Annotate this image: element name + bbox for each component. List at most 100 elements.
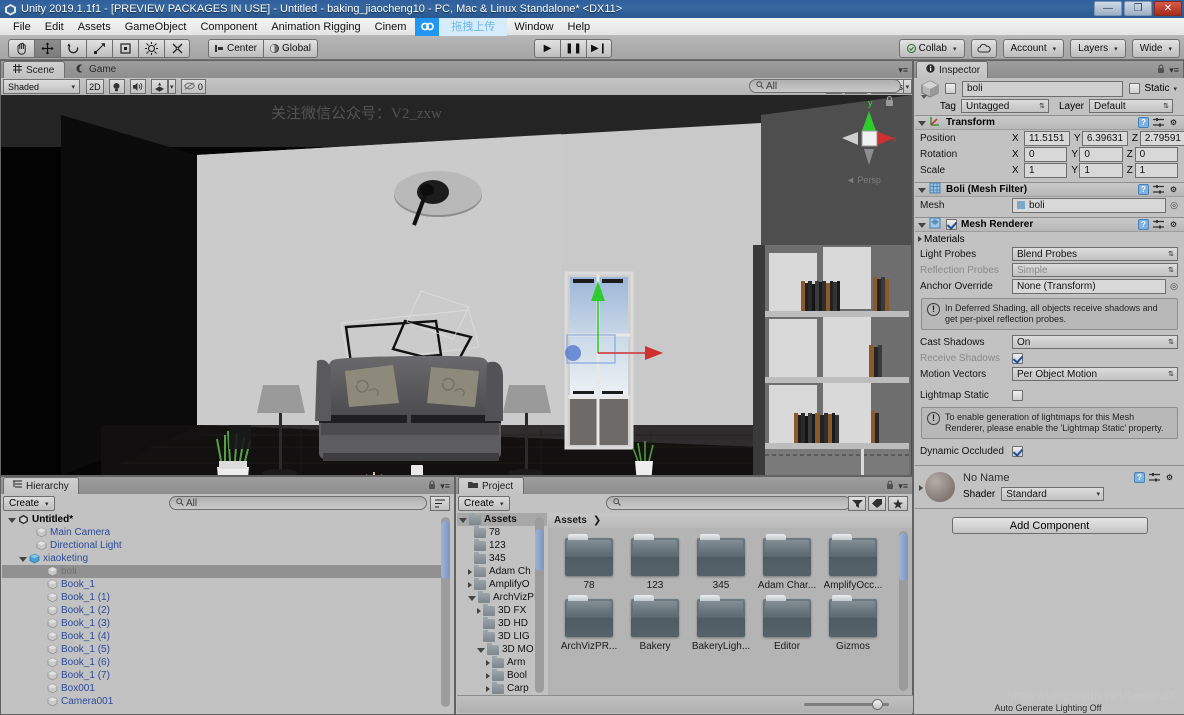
- hierarchy-create-button[interactable]: Create ▾: [3, 496, 55, 511]
- custom-editor-tool-button[interactable]: [164, 39, 190, 58]
- scene-panel-menu-icon[interactable]: ▾≡: [898, 65, 908, 76]
- account-button[interactable]: Account ▾: [1003, 39, 1065, 58]
- transform-component-header[interactable]: Transform ? ⚙: [915, 115, 1184, 130]
- foldout-closed-icon[interactable]: [486, 660, 490, 666]
- hand-tool-button[interactable]: [8, 39, 34, 58]
- project-grid-scrollbar[interactable]: [899, 531, 908, 691]
- motion-vectors-dropdown[interactable]: Per Object Motion ⇅: [1012, 367, 1178, 381]
- scale-y-input[interactable]: 1: [1079, 163, 1122, 178]
- hierarchy-row-book-1-3[interactable]: Book_1 (3): [2, 617, 445, 630]
- hierarchy-scroll-thumb[interactable]: [441, 521, 450, 579]
- gizmos-dropdown[interactable]: ▾: [903, 79, 912, 94]
- hierarchy-row-book-1-5[interactable]: Book_1 (5): [2, 643, 445, 656]
- gear-icon[interactable]: ⚙: [1168, 184, 1179, 195]
- menu-assets[interactable]: Assets: [71, 19, 118, 35]
- foldout-closed-icon[interactable]: [486, 686, 490, 692]
- materials-foldout-row[interactable]: Materials: [915, 232, 1184, 246]
- mesh-filter-foldout-icon[interactable]: [918, 188, 926, 193]
- gear-icon[interactable]: ⚙: [1164, 472, 1175, 483]
- project-tree-row-345[interactable]: 345: [457, 552, 547, 565]
- hierarchy-sort-button[interactable]: [430, 496, 450, 511]
- static-checkbox[interactable]: [1129, 83, 1140, 94]
- mesh-renderer-component-header[interactable]: Mesh Renderer ? ⚙: [915, 217, 1184, 232]
- mesh-renderer-foldout-icon[interactable]: [918, 223, 926, 228]
- scene-fx-dropdown[interactable]: ▾: [168, 79, 176, 94]
- layer-dropdown[interactable]: Default ⇅: [1089, 99, 1173, 113]
- scale-tool-button[interactable]: [86, 39, 112, 58]
- foldout-open-icon[interactable]: [477, 648, 485, 653]
- project-tree-row-bool[interactable]: Bool: [457, 669, 547, 682]
- project-filter-type-button[interactable]: [848, 496, 866, 511]
- rotation-y-input[interactable]: 0: [1079, 147, 1122, 162]
- hierarchy-row-main-camera[interactable]: Main Camera: [2, 526, 445, 539]
- rotation-z-input[interactable]: 0: [1135, 147, 1178, 162]
- hierarchy-row-book-1-7[interactable]: Book_1 (7): [2, 669, 445, 682]
- menu-gameobject[interactable]: GameObject: [118, 19, 194, 35]
- scene-viewport[interactable]: 关注微信公众号：V2_zxw y x ◄ Persp: [1, 95, 912, 475]
- preset-icon[interactable]: [1153, 219, 1164, 230]
- project-favorites-button[interactable]: [888, 496, 908, 511]
- tab-hierarchy[interactable]: Hierarchy: [3, 477, 79, 494]
- static-dropdown-icon[interactable]: ▾: [1173, 85, 1177, 93]
- asset-folder-item[interactable]: BakeryLigh...: [688, 599, 754, 652]
- project-tree-row-arm[interactable]: Arm: [457, 656, 547, 669]
- layers-button[interactable]: Layers ▾: [1070, 39, 1126, 58]
- project-folder-tree[interactable]: Assets78123345Adam ChAmplifyOArchVizPI3D…: [457, 513, 547, 696]
- project-tree-row-78[interactable]: 78: [457, 526, 547, 539]
- upload-widget[interactable]: 拖拽上传: [415, 18, 507, 36]
- foldout-closed-icon[interactable]: [477, 608, 481, 614]
- collab-button[interactable]: Collab ▾: [899, 39, 965, 58]
- preset-icon[interactable]: [1153, 184, 1164, 195]
- help-icon[interactable]: ?: [1134, 472, 1145, 483]
- scale-z-input[interactable]: 1: [1135, 163, 1178, 178]
- project-tree-row-3d-hd[interactable]: 3D HD: [457, 617, 547, 630]
- upload-label[interactable]: 拖拽上传: [439, 18, 507, 36]
- asset-folder-item[interactable]: 78: [556, 538, 622, 591]
- menu-component[interactable]: Component: [193, 19, 264, 35]
- position-x-input[interactable]: 11.5151: [1024, 131, 1070, 146]
- project-tree-row-3d-lig[interactable]: 3D LIG: [457, 630, 547, 643]
- scene-fx-icon[interactable]: [151, 79, 167, 94]
- menu-help[interactable]: Help: [561, 19, 598, 35]
- preset-icon[interactable]: [1153, 117, 1164, 128]
- tab-inspector[interactable]: Inspector: [916, 61, 988, 78]
- mesh-filter-component-header[interactable]: Boli (Mesh Filter) ? ⚙: [915, 182, 1184, 197]
- lightmap-static-checkbox[interactable]: [1012, 390, 1023, 401]
- step-button[interactable]: ▶❙: [586, 39, 612, 58]
- pivot-mode-button[interactable]: Center: [208, 39, 263, 58]
- project-tree-row-amplifyo[interactable]: AmplifyO: [457, 578, 547, 591]
- hierarchy-row-book-1-2[interactable]: Book_1 (2): [2, 604, 445, 617]
- light-probes-dropdown[interactable]: Blend Probes ⇅: [1012, 247, 1178, 261]
- project-panel-menu-icon[interactable]: ▾≡: [898, 481, 908, 492]
- gameobject-active-checkbox[interactable]: [945, 83, 956, 94]
- mesh-object-field[interactable]: boli: [1012, 198, 1166, 213]
- scene-search-input[interactable]: All: [749, 79, 901, 93]
- project-tree-row-archvizpi[interactable]: ArchVizPI: [457, 591, 547, 604]
- project-tree-scroll-thumb[interactable]: [535, 529, 544, 571]
- asset-folder-item[interactable]: ArchVizPR...: [556, 599, 622, 652]
- position-z-input[interactable]: 2.79591: [1140, 131, 1184, 146]
- gear-icon[interactable]: ⚙: [1168, 117, 1179, 128]
- project-asset-grid[interactable]: 78123345Adam Char...AmplifyOcc...ArchViz…: [548, 528, 912, 696]
- hierarchy-row-directional-light[interactable]: Directional Light: [2, 539, 445, 552]
- scene-audio-icon[interactable]: [130, 79, 146, 94]
- space-mode-button[interactable]: Global: [263, 39, 318, 58]
- hierarchy-search-input[interactable]: All: [169, 496, 427, 510]
- asset-folder-item[interactable]: Bakery: [622, 599, 688, 652]
- shading-mode-dropdown[interactable]: Shaded ▾: [3, 79, 80, 94]
- hierarchy-lock-icon[interactable]: [428, 480, 436, 490]
- foldout-open-icon[interactable]: [19, 557, 27, 562]
- tab-project[interactable]: Project: [458, 477, 524, 494]
- asset-folder-item[interactable]: Adam Char...: [754, 538, 820, 591]
- cast-shadows-dropdown[interactable]: On ⇅: [1012, 335, 1178, 349]
- project-tree-row-3d-fx[interactable]: 3D FX: [457, 604, 547, 617]
- hierarchy-scrollbar[interactable]: [441, 517, 450, 707]
- gear-icon[interactable]: ⚙: [1168, 219, 1179, 230]
- rotation-x-input[interactable]: 0: [1024, 147, 1067, 162]
- project-tree-row-3d-mo[interactable]: 3D MO: [457, 643, 547, 656]
- hierarchy-row-untitled[interactable]: Untitled*: [2, 513, 445, 526]
- asset-folder-item[interactable]: Gizmos: [820, 599, 886, 652]
- preset-icon[interactable]: [1149, 472, 1160, 483]
- tab-scene[interactable]: Scene: [3, 61, 65, 78]
- pause-button[interactable]: ❚❚: [560, 39, 586, 58]
